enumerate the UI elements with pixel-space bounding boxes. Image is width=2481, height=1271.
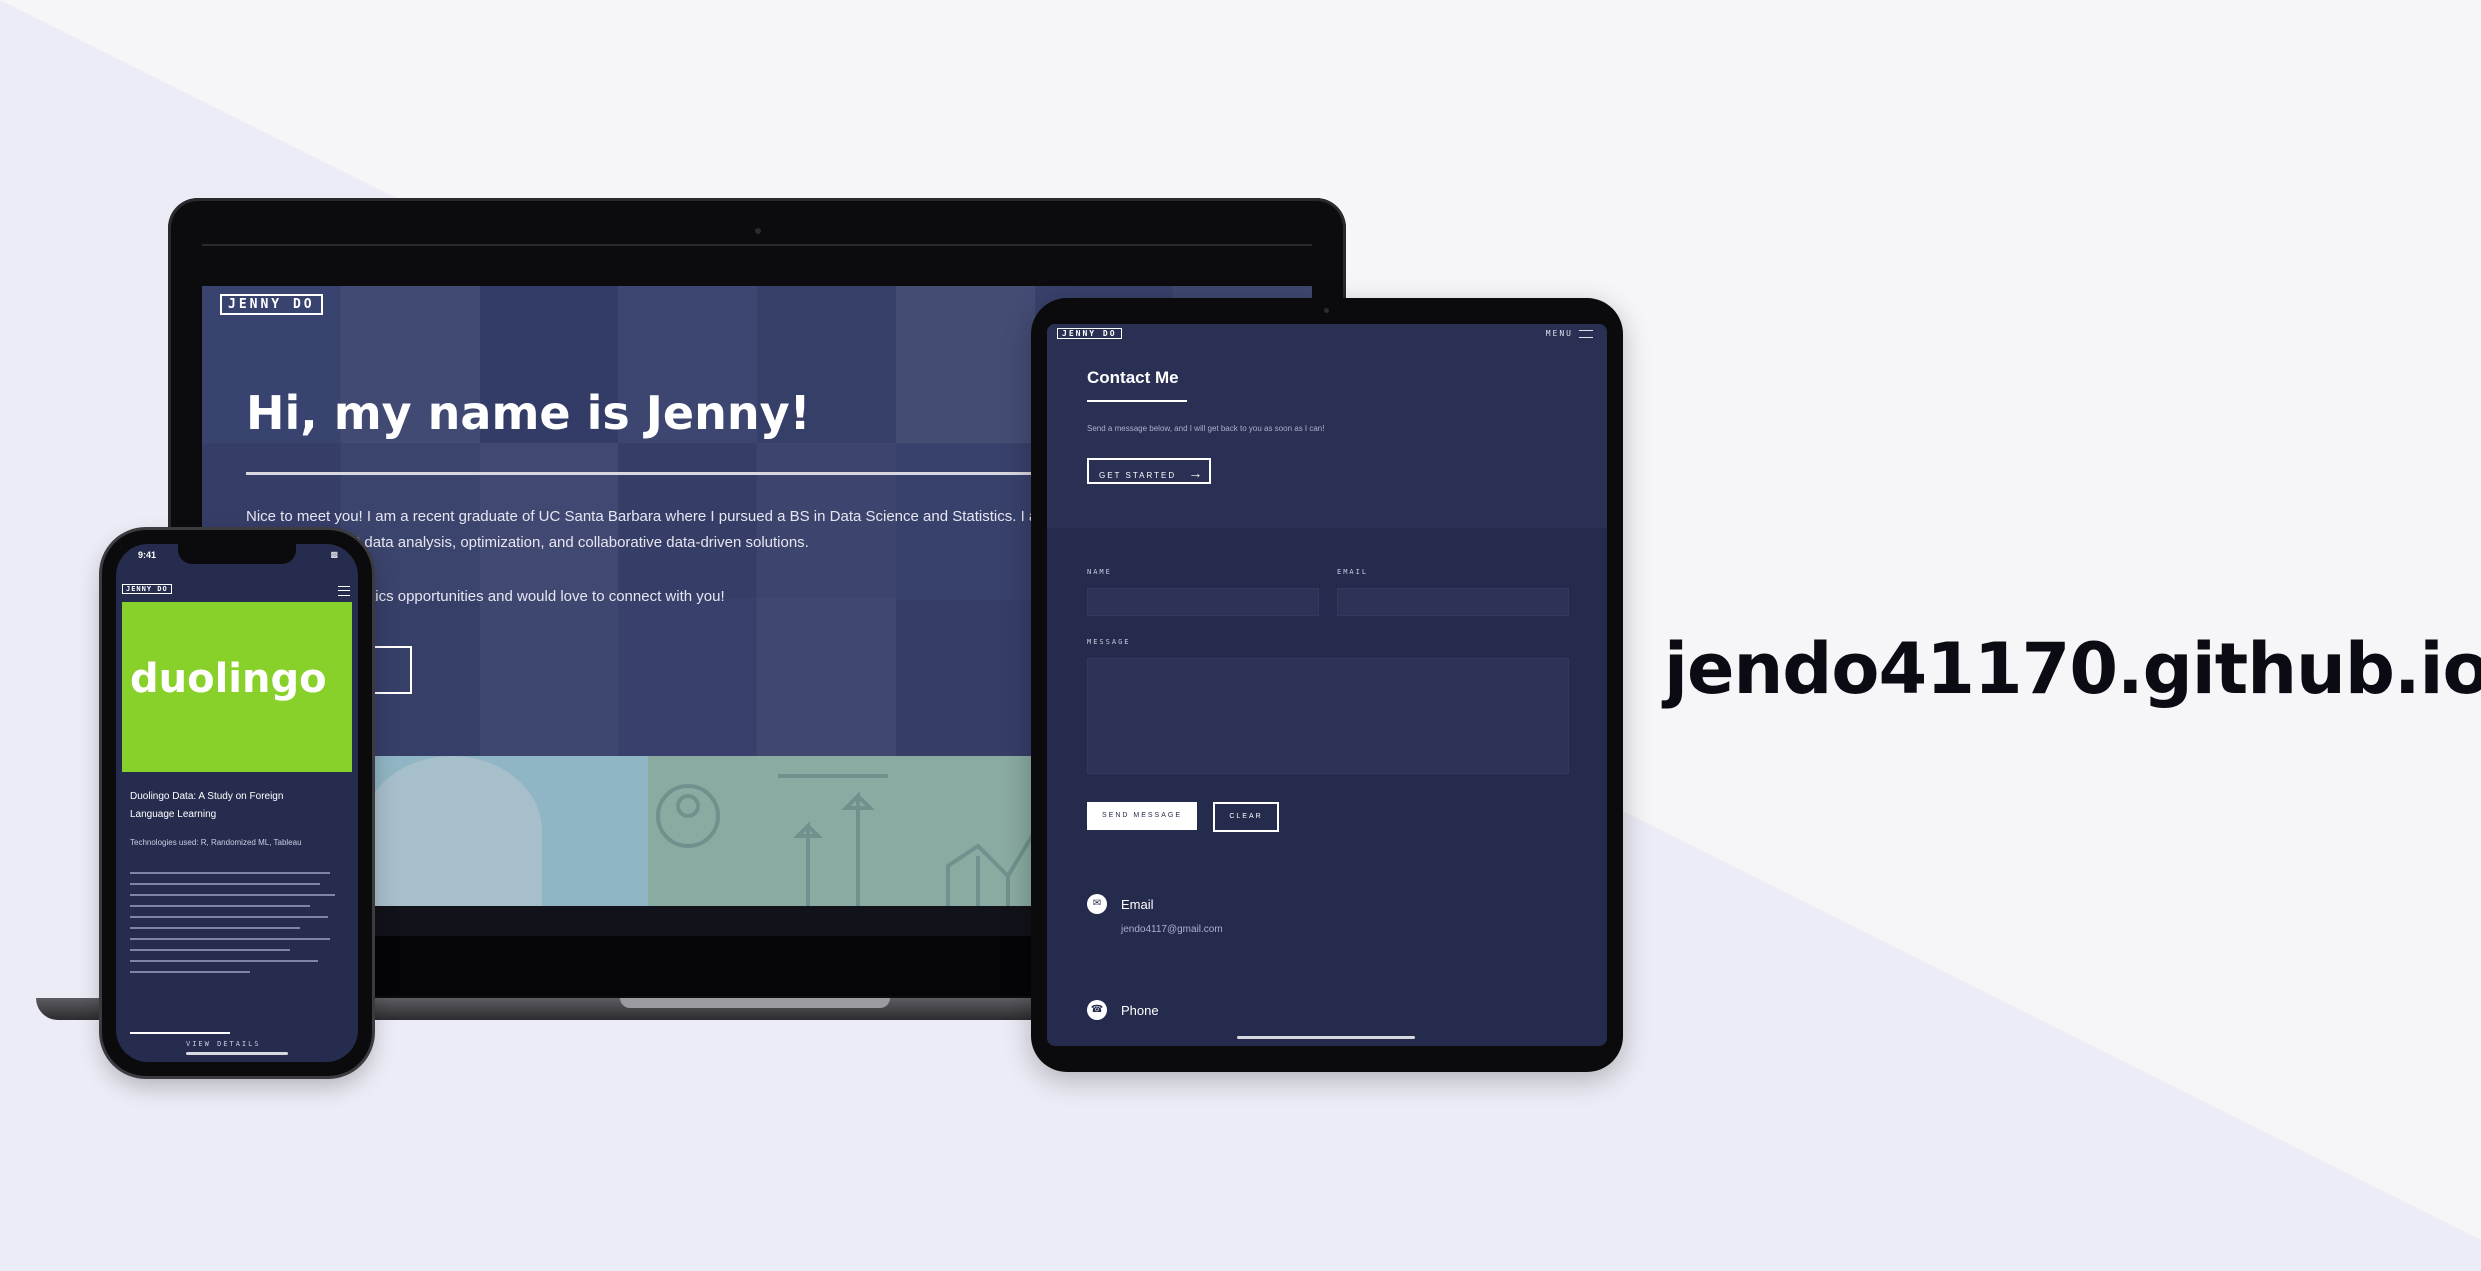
phone-screen: 9:41 ▩ JENNY DO duolingo Duolingo Data: … xyxy=(116,544,358,1062)
hero-title: Hi, my name is Jenny! xyxy=(246,386,811,440)
arrow-right-icon: → xyxy=(1188,465,1203,481)
site-logo[interactable]: JENNY DO xyxy=(122,584,172,594)
phone-mockup: 9:41 ▩ JENNY DO duolingo Duolingo Data: … xyxy=(102,530,372,1076)
message-field-label: MESSAGE xyxy=(1087,638,1131,646)
laptop-bezel-line xyxy=(202,244,1312,246)
project-meta: Technologies used: R, Randomized ML, Tab… xyxy=(130,838,302,847)
hamburger-icon xyxy=(1579,329,1593,338)
view-details-link[interactable]: VIEW DETAILS xyxy=(186,1040,261,1048)
contact-description: Send a message below, and I will get bac… xyxy=(1087,424,1325,433)
hero-divider xyxy=(246,472,1066,475)
hero-contact-text: I am seeking analytics opportunities and… xyxy=(246,588,725,605)
email-info-label: Email xyxy=(1121,897,1154,912)
email-icon: ✉ xyxy=(1087,894,1107,914)
laptop-hinge-notch xyxy=(620,998,890,1008)
email-field-label: EMAIL xyxy=(1337,568,1369,576)
battery-icon: ▩ xyxy=(330,550,338,559)
tablet-camera xyxy=(1324,308,1329,313)
hero-intro-text: Nice to meet you! I am a recent graduate… xyxy=(246,508,1050,551)
clear-button[interactable]: CLEAR xyxy=(1213,802,1279,832)
laptop-camera xyxy=(755,228,761,234)
menu-button[interactable]: MENU xyxy=(1546,329,1593,338)
project-description-lines xyxy=(130,872,340,982)
message-textarea[interactable] xyxy=(1087,658,1569,774)
get-started-label: GET STARTED xyxy=(1099,471,1177,480)
phone-notch xyxy=(178,544,296,564)
tablet-screen: JENNY DO MENU Contact Me Send a message … xyxy=(1047,324,1607,1046)
hamburger-icon[interactable] xyxy=(338,586,350,596)
send-message-button[interactable]: SEND MESSAGE xyxy=(1087,802,1197,830)
name-input[interactable] xyxy=(1087,588,1319,616)
project-title[interactable]: Duolingo Data: A Study on Foreign Langua… xyxy=(130,788,330,824)
home-indicator xyxy=(186,1052,288,1055)
menu-label: MENU xyxy=(1545,329,1573,338)
duolingo-wordmark: duolingo xyxy=(130,656,327,702)
email-input[interactable] xyxy=(1337,588,1569,616)
phone-info-label: Phone xyxy=(1121,1003,1159,1018)
get-started-button[interactable]: GET STARTED → xyxy=(1087,458,1211,484)
project-divider xyxy=(130,1032,230,1034)
home-indicator xyxy=(1237,1036,1415,1039)
site-logo[interactable]: JENNY DO xyxy=(220,294,323,315)
contact-title: Contact Me xyxy=(1087,368,1179,387)
contact-title-underline xyxy=(1087,400,1187,402)
site-logo[interactable]: JENNY DO xyxy=(1057,328,1122,339)
name-field-label: NAME xyxy=(1087,568,1112,576)
email-info-value[interactable]: jendo4117@gmail.com xyxy=(1121,924,1223,935)
site-url-headline: jendo41170.github.io xyxy=(1664,628,2481,710)
tablet-mockup: JENNY DO MENU Contact Me Send a message … xyxy=(1031,298,1623,1072)
phone-icon: ☎ xyxy=(1087,1000,1107,1020)
status-time: 9:41 xyxy=(138,550,157,560)
project-image-duolingo[interactable]: duolingo xyxy=(122,602,352,772)
